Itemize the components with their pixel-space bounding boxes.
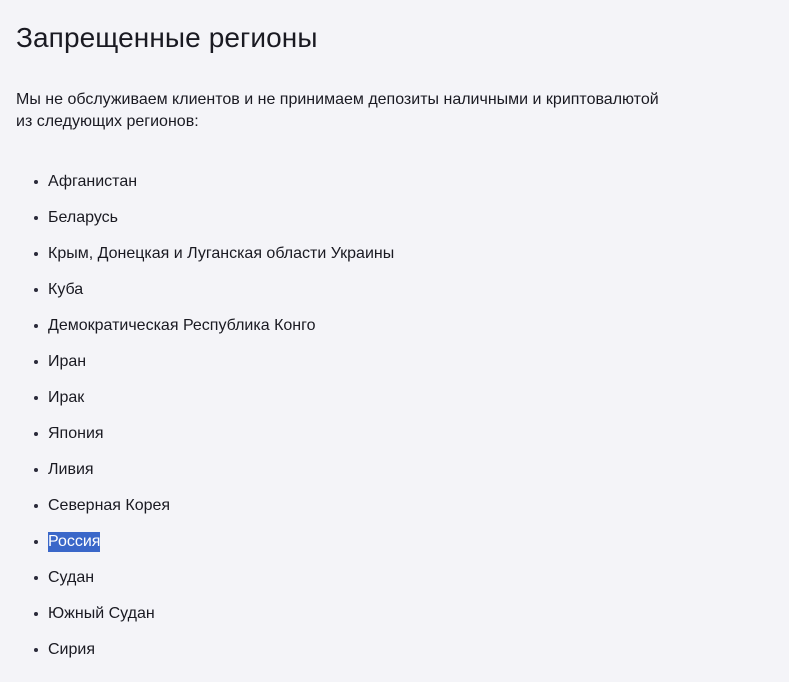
list-item: Крым, Донецкая и Луганская области Украи… bbox=[0, 236, 394, 272]
list-item: Беларусь bbox=[0, 200, 394, 236]
list-item: Ирак bbox=[0, 380, 394, 416]
bullet-icon bbox=[34, 468, 38, 472]
region-label: Ирак bbox=[48, 388, 85, 406]
bullet-icon bbox=[34, 576, 38, 580]
list-item: Япония bbox=[0, 416, 394, 452]
region-label: Демократическая Республика Конго bbox=[48, 316, 316, 334]
bullet-icon bbox=[34, 540, 38, 544]
list-item: Сирия bbox=[0, 632, 394, 668]
list-item: Ливия bbox=[0, 452, 394, 488]
restricted-regions-page: Запрещенные регионы Мы не обслуживаем кл… bbox=[0, 0, 789, 682]
bullet-icon bbox=[34, 216, 38, 220]
region-label-selected: Россия bbox=[48, 531, 101, 552]
region-label: Крым, Донецкая и Луганская области Украи… bbox=[48, 244, 395, 262]
list-item: Южный Судан bbox=[0, 596, 394, 632]
region-label: Сирия bbox=[48, 640, 95, 658]
region-label: Иран bbox=[48, 352, 87, 370]
region-label: Южный Судан bbox=[48, 604, 155, 622]
bullet-icon bbox=[34, 396, 38, 400]
list-item: Афганистан bbox=[0, 164, 394, 200]
region-label: Ливия bbox=[48, 460, 94, 478]
list-item: Демократическая Республика Конго bbox=[0, 308, 394, 344]
region-list: Афганистан Беларусь Крым, Донецкая и Луг… bbox=[0, 164, 394, 668]
bullet-icon bbox=[34, 612, 38, 616]
region-label: Афганистан bbox=[48, 172, 138, 190]
bullet-icon bbox=[34, 324, 38, 328]
region-label: Судан bbox=[48, 568, 95, 586]
bullet-icon bbox=[34, 252, 38, 256]
list-item: Северная Корея bbox=[0, 488, 394, 524]
region-label: Япония bbox=[48, 424, 104, 442]
page-title: Запрещенные регионы bbox=[16, 22, 318, 53]
region-label: Северная Корея bbox=[48, 496, 171, 514]
region-label: Куба bbox=[48, 280, 84, 298]
intro-text: Мы не обслуживаем клиентов и не принимае… bbox=[16, 91, 659, 130]
list-item: Куба bbox=[0, 272, 394, 308]
region-label: Беларусь bbox=[48, 208, 118, 226]
bullet-icon bbox=[34, 648, 38, 652]
bullet-icon bbox=[34, 432, 38, 436]
bullet-icon bbox=[34, 288, 38, 292]
list-item: Судан bbox=[0, 560, 394, 596]
bullet-icon bbox=[34, 504, 38, 508]
list-item: Россия bbox=[0, 524, 394, 560]
list-item: Иран bbox=[0, 344, 394, 380]
bullet-icon bbox=[34, 180, 38, 184]
bullet-icon bbox=[34, 360, 38, 364]
